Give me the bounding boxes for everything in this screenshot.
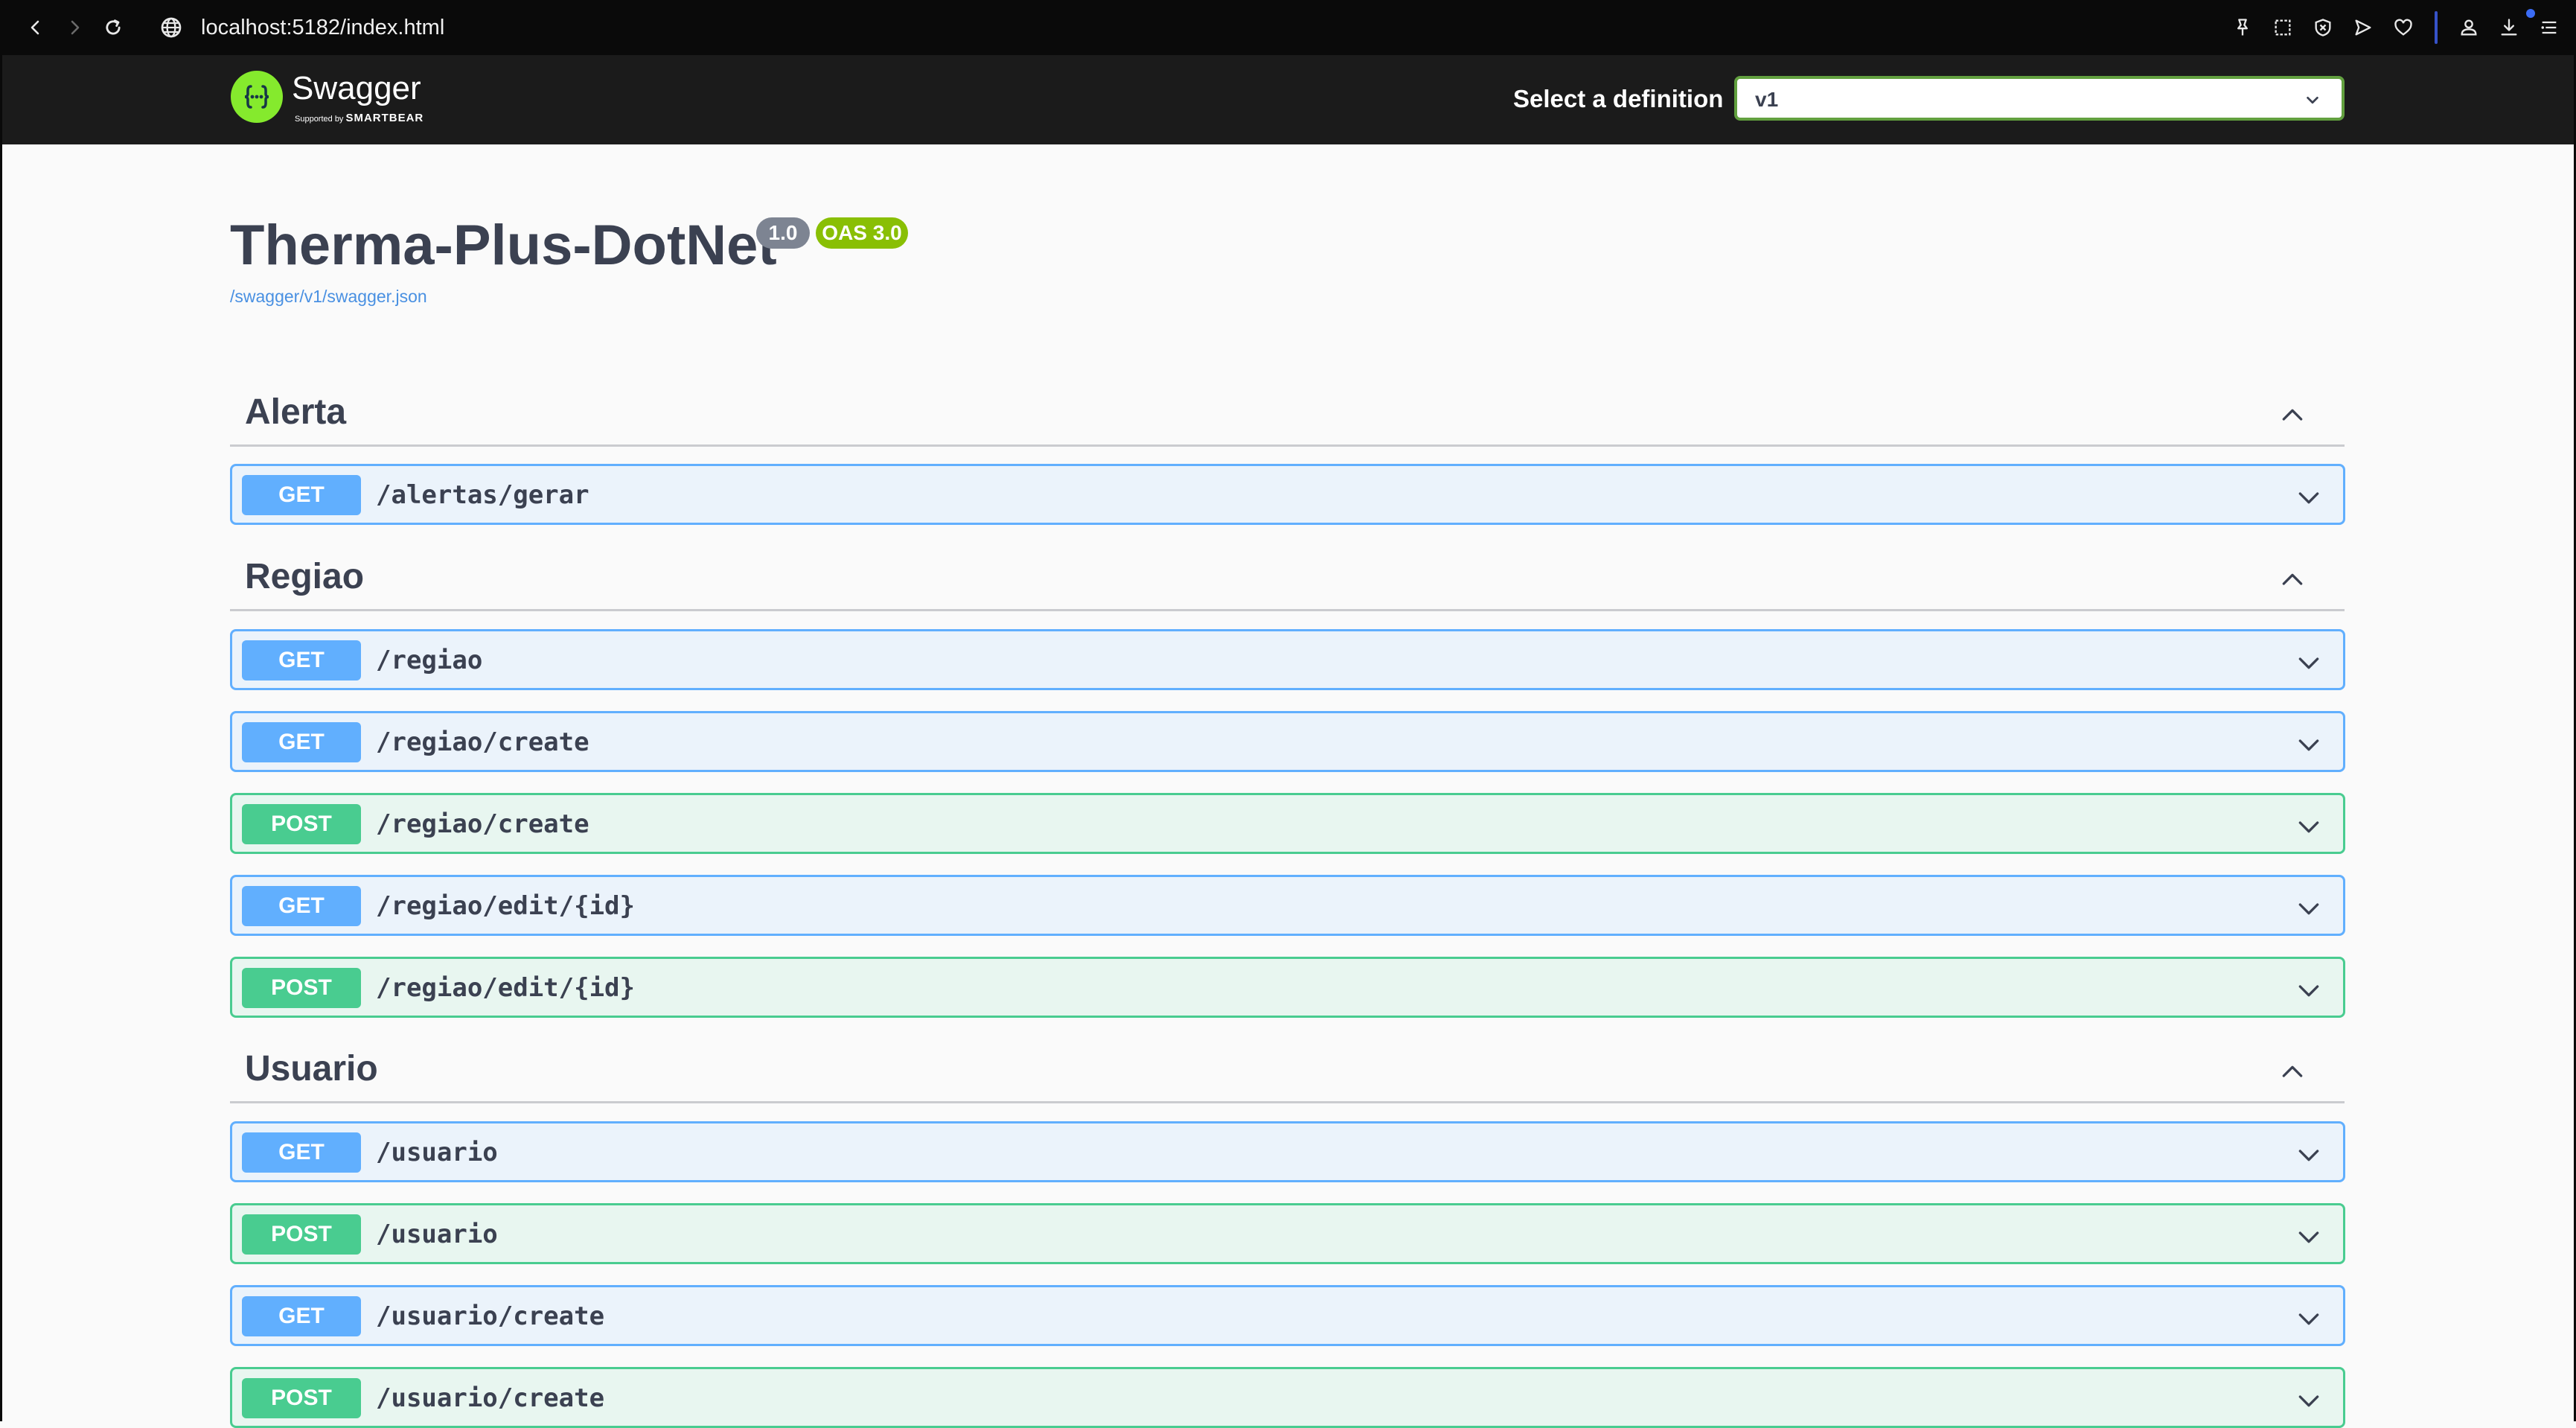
heart-icon[interactable]	[2384, 8, 2423, 47]
chevron-down-icon[interactable]	[2294, 893, 2324, 927]
method-badge-get: GET	[242, 640, 361, 680]
operation-row[interactable]: GET/alertas/gerar	[230, 464, 2345, 525]
tag-section-regiao[interactable]: Regiao	[230, 529, 2345, 611]
chevron-down-icon[interactable]	[2294, 975, 2324, 1009]
reload-icon[interactable]	[94, 8, 132, 47]
swagger-topbar: Swagger Supported by SMARTBEAR Select a d…	[2, 55, 2574, 144]
operation-row[interactable]: POST/regiao/create	[230, 793, 2345, 854]
chevron-down-icon[interactable]	[2294, 1386, 2324, 1419]
operation-path: /regiao	[376, 646, 483, 675]
support-brand: SMARTBEAR	[345, 112, 424, 124]
chevron-down-icon[interactable]	[2294, 812, 2324, 845]
chevron-down-icon[interactable]	[2294, 730, 2324, 763]
swagger-brand-name: Swagger	[292, 70, 421, 106]
support-prefix: Supported by	[295, 115, 344, 124]
operation-row[interactable]: GET/regiao	[230, 629, 2345, 690]
definition-label: Select a definition	[1513, 85, 1724, 112]
download-icon[interactable]	[2490, 8, 2528, 47]
address-bar-url[interactable]: localhost:5182/index.html	[201, 16, 444, 40]
oas-badge: OAS 3.0	[816, 217, 908, 249]
tag-section-alerta[interactable]: Alerta	[230, 365, 2345, 447]
tag-section-usuario[interactable]: Usuario	[230, 1021, 2345, 1103]
swagger-logo-icon	[231, 71, 283, 123]
operation-path: /usuario	[376, 1138, 498, 1167]
chevron-down-icon[interactable]	[2294, 648, 2324, 681]
forward-icon[interactable]	[55, 8, 94, 47]
toolbar-divider	[2435, 11, 2438, 44]
menu-icon[interactable]	[2530, 8, 2569, 47]
browser-toolbar: localhost:5182/index.html	[0, 0, 2576, 55]
method-badge-post: POST	[242, 968, 361, 1008]
pin-icon[interactable]	[2223, 8, 2262, 47]
operation-path: /regiao/edit/{id}	[376, 891, 635, 921]
chevron-down-icon[interactable]	[2294, 482, 2324, 516]
tag-name: Regiao	[245, 557, 365, 596]
chevron-down-icon	[2304, 92, 2321, 112]
operation-row[interactable]: GET/regiao/edit/{id}	[230, 875, 2345, 936]
spec-url-link[interactable]: /swagger/v1/swagger.json	[230, 287, 427, 307]
chevron-up-icon[interactable]	[2278, 401, 2307, 434]
api-title: Therma-Plus-DotNet	[230, 214, 777, 277]
operation-row[interactable]: POST/usuario	[230, 1203, 2345, 1264]
tag-name: Usuario	[245, 1049, 378, 1088]
swagger-supported-by: Supported by SMARTBEAR	[295, 112, 424, 124]
swagger-wordmark: Swagger Supported by SMARTBEAR	[292, 68, 441, 125]
globe-icon	[152, 8, 191, 47]
operation-path: /regiao/create	[376, 727, 589, 757]
operation-row[interactable]: POST/regiao/edit/{id}	[230, 957, 2345, 1018]
download-indicator-dot	[2526, 9, 2535, 18]
method-badge-post: POST	[242, 804, 361, 844]
operation-row[interactable]: GET/usuario/create	[230, 1285, 2345, 1346]
chevron-down-icon[interactable]	[2294, 1222, 2324, 1255]
method-badge-get: GET	[242, 722, 361, 762]
chevron-up-icon[interactable]	[2278, 565, 2307, 599]
operation-row[interactable]: GET/usuario	[230, 1121, 2345, 1182]
tag-name: Alerta	[245, 392, 347, 432]
browser-nav: localhost:5182/index.html	[16, 8, 444, 47]
method-badge-get: GET	[242, 1132, 361, 1173]
screenshot-icon[interactable]	[2263, 8, 2302, 47]
chevron-up-icon[interactable]	[2278, 1057, 2307, 1091]
block-icon[interactable]	[2304, 8, 2342, 47]
operation-row[interactable]: POST/usuario/create	[230, 1367, 2345, 1428]
definition-select-value: v1	[1755, 88, 1779, 111]
chevron-down-icon[interactable]	[2294, 1140, 2324, 1173]
operation-path: /regiao/edit/{id}	[376, 973, 635, 1003]
profile-icon[interactable]	[2449, 8, 2488, 47]
operation-path: /regiao/create	[376, 809, 589, 839]
swagger-logo[interactable]: Swagger Supported by SMARTBEAR	[231, 68, 441, 125]
definition-select[interactable]: v1	[1734, 76, 2345, 121]
operation-path: /alertas/gerar	[376, 480, 589, 510]
method-badge-get: GET	[242, 886, 361, 926]
operation-path: /usuario/create	[376, 1383, 605, 1413]
method-badge-post: POST	[242, 1378, 361, 1418]
operation-path: /usuario/create	[376, 1301, 605, 1331]
method-badge-get: GET	[242, 475, 361, 515]
method-badge-post: POST	[242, 1214, 361, 1255]
operation-row[interactable]: GET/regiao/create	[230, 711, 2345, 772]
window-frame-left	[0, 55, 2, 1421]
send-icon[interactable]	[2344, 8, 2382, 47]
back-icon[interactable]	[16, 8, 55, 47]
browser-extensions	[2223, 0, 2569, 55]
version-badge: 1.0	[756, 217, 810, 249]
method-badge-get: GET	[242, 1296, 361, 1336]
operation-path: /usuario	[376, 1220, 498, 1249]
chevron-down-icon[interactable]	[2294, 1304, 2324, 1337]
